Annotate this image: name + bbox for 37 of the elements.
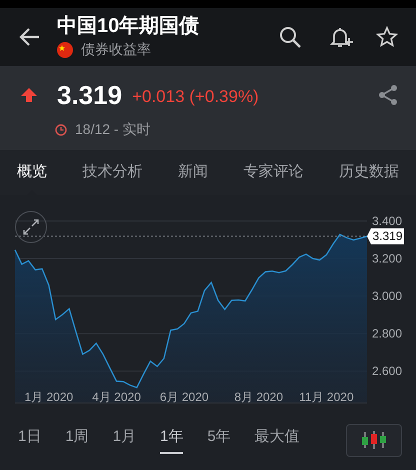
- tab[interactable]: 技术分析: [82, 150, 142, 195]
- y-axis-label: 3.200: [372, 252, 402, 266]
- page-title: 中国10年期国债: [57, 14, 200, 38]
- bell-plus-icon[interactable]: [329, 25, 353, 49]
- price: 3.319: [57, 78, 122, 112]
- y-axis-label: 3.000: [372, 289, 402, 304]
- x-axis-label: 8月 2020: [234, 390, 284, 404]
- current-value-tag: 3.319: [367, 228, 404, 244]
- tab[interactable]: 新闻: [178, 150, 208, 195]
- y-axis-label: 3.400: [372, 214, 402, 228]
- x-axis-label: 6月 2020: [160, 390, 209, 404]
- update-time: 18/12 - 实时: [75, 120, 150, 139]
- search-icon[interactable]: [279, 26, 301, 48]
- x-axis-label: 4月 2020: [92, 390, 141, 404]
- x-axis-label: 1月 2020: [24, 390, 74, 404]
- share-icon[interactable]: [378, 84, 398, 106]
- price-change: +0.013 (+0.39%): [132, 86, 259, 108]
- tab[interactable]: 专家评论: [244, 150, 304, 195]
- expand-button[interactable]: [15, 211, 47, 243]
- x-axis-label: 11月 2020: [299, 390, 354, 404]
- candlestick-button[interactable]: [346, 424, 402, 456]
- range-tab[interactable]: 5年: [207, 426, 231, 454]
- range-tab[interactable]: 1日: [18, 426, 42, 454]
- back-icon[interactable]: [18, 27, 40, 47]
- clock-icon: [55, 124, 67, 136]
- range-tab[interactable]: 1月: [112, 426, 136, 454]
- y-axis-label: 2.600: [372, 364, 402, 378]
- candlestick-icon: [361, 431, 387, 449]
- star-icon[interactable]: [376, 26, 398, 48]
- range-tab[interactable]: 最大值: [254, 426, 300, 454]
- tab[interactable]: 历史数据: [339, 150, 399, 195]
- range-tab[interactable]: 1年: [160, 426, 184, 454]
- flag-icon: [57, 42, 73, 58]
- subtitle: 债券收益率: [81, 40, 151, 59]
- range-tab[interactable]: 1周: [65, 426, 89, 454]
- y-axis-label: 2.800: [372, 326, 402, 341]
- expand-icon: [23, 219, 39, 235]
